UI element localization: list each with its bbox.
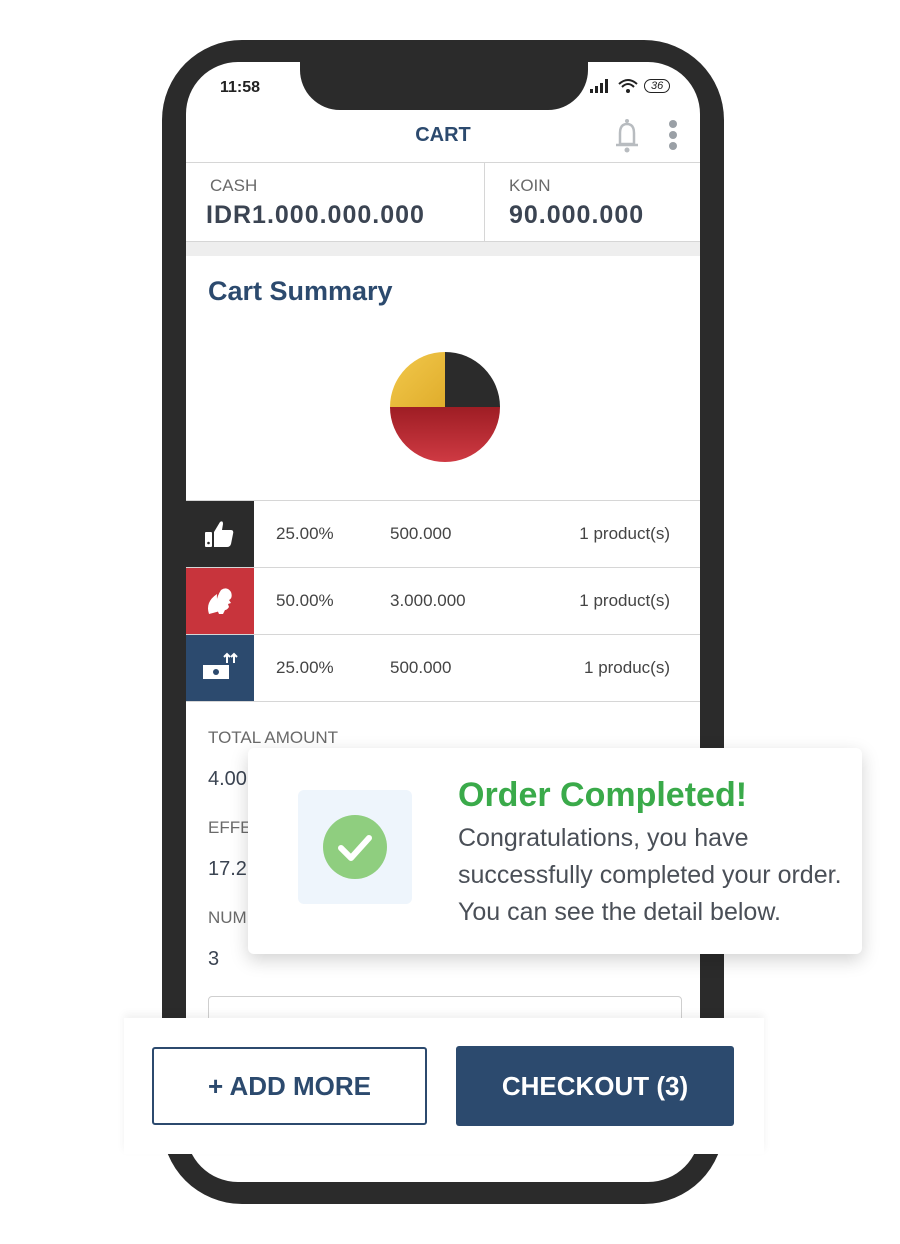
cash-label: CASH [210,176,258,195]
row-count: 1 product(s) [579,591,670,610]
summary-row: 50.00% 3.000.000 1 product(s) [186,567,700,634]
row-count: 1 produc(s) [584,658,670,677]
toast-line-2: successfully completed your order. [458,861,842,889]
effective-label: EFFE [208,818,252,837]
pie-slice-yellow [390,352,445,407]
summary-table: 25.00% 500.000 1 product(s) 50.00% 3.000.000… [186,500,700,702]
pie-slice-red [390,407,500,462]
row-value: 500.000 [390,524,452,543]
success-icon-container [298,790,412,904]
cash-value: IDR1.000.000.000 [206,201,425,229]
pie-slice-black [445,352,500,407]
row-percent: 25.00% [276,524,334,543]
number-label: NUM [208,908,247,927]
face-leaf-icon [186,568,254,634]
cash-balance: CASH IDR1.000.000.000 [186,163,485,241]
thumbs-up-icon [186,501,254,567]
toast-title: Order Completed! [458,776,748,814]
koin-balance: KOIN 90.000.000 [485,163,700,241]
effective-value: 17.2 [208,858,247,880]
add-more-button[interactable]: + ADD MORE [152,1047,427,1125]
cash-up-icon [186,635,254,701]
balance-bar: CASH IDR1.000.000.000 KOIN 90.000.000 [186,162,700,242]
koin-label: KOIN [509,176,551,195]
signal-icon [590,79,608,93]
total-amount-value: 4.00 [208,768,247,790]
bell-icon[interactable] [612,118,642,154]
status-time: 11:58 [220,79,261,96]
number-value: 3 [208,948,220,970]
total-amount-label: TOTAL AMOUNT [208,728,339,747]
koin-value: 90.000.000 [509,201,645,229]
wifi-icon [618,79,638,93]
row-percent: 25.00% [276,658,334,677]
summary-row: 25.00% 500.000 1 produc(s) [186,634,700,702]
section-divider [186,242,700,256]
toast-message: Congratulations, you have successfully c… [458,820,858,931]
battery-indicator: 36 [644,79,671,93]
cart-summary-title: Cart Summary [208,276,393,306]
row-value: 500.000 [390,658,452,677]
check-circle-icon [323,815,387,879]
summary-row: 25.00% 500.000 1 product(s) [186,500,700,567]
status-icons: 36 [590,78,671,94]
order-completed-toast: Order Completed! Congratulations, you ha… [248,748,862,954]
phone-notch [300,40,588,110]
row-percent: 50.00% [276,591,334,610]
summary-pie-chart [390,352,500,462]
toast-line-3: You can see the detail below. [458,898,781,926]
row-count: 1 product(s) [579,524,670,543]
checkout-button[interactable]: CHECKOUT (3) [456,1046,734,1126]
more-options-icon[interactable] [666,120,680,154]
toast-line-1: Congratulations, you have [458,824,749,852]
row-value: 3.000.000 [390,591,466,610]
